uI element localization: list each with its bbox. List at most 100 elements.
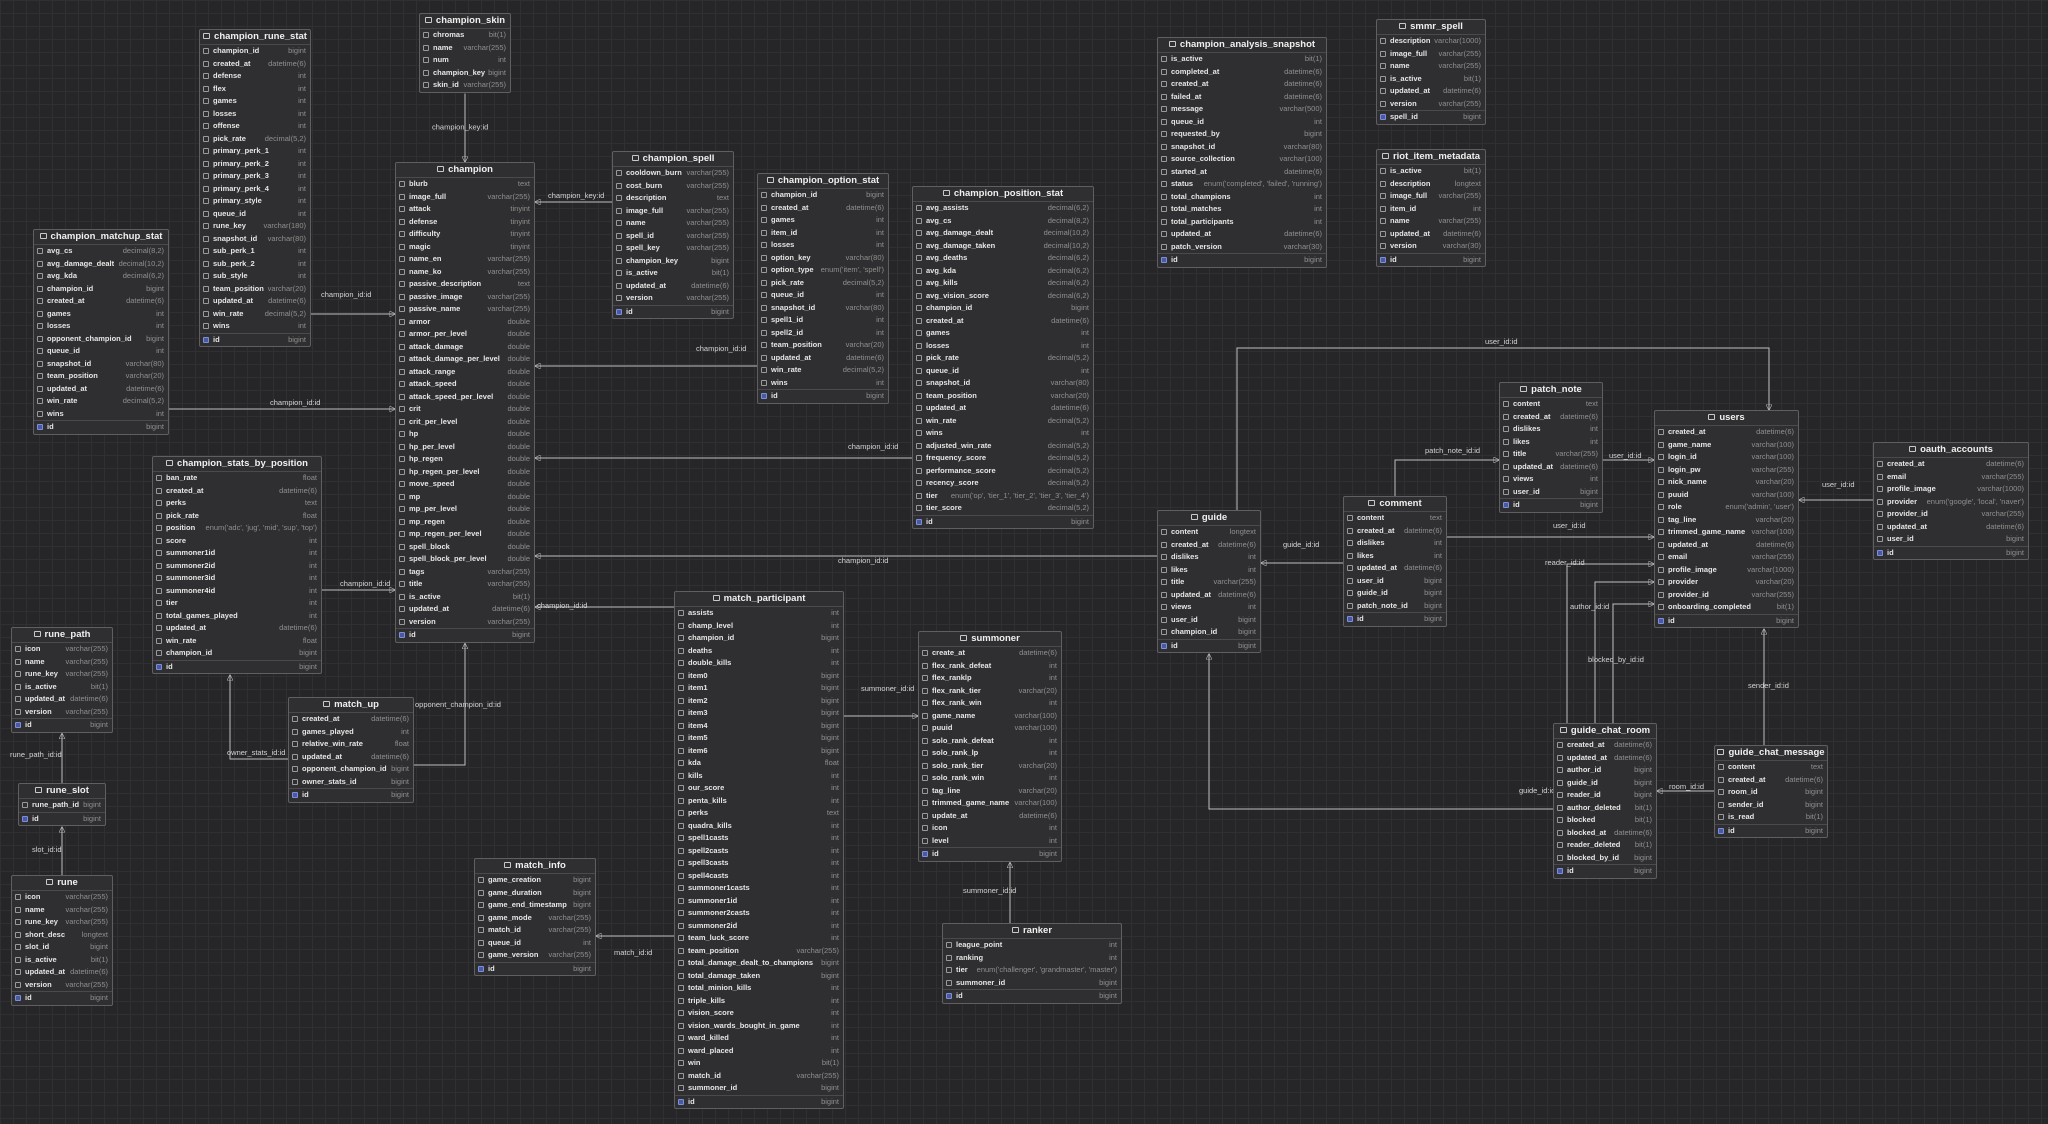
column-row[interactable]: queue_id int xyxy=(758,289,888,302)
column-row[interactable]: perks text xyxy=(675,807,843,820)
column-row[interactable]: icon varchar(255) xyxy=(12,643,112,656)
column-row[interactable]: queue_id int xyxy=(200,208,310,221)
table-header[interactable]: guide_chat_message xyxy=(1715,746,1827,761)
column-row[interactable]: message varchar(500) xyxy=(1158,103,1326,116)
column-row[interactable]: item5 bigint xyxy=(675,732,843,745)
column-row[interactable]: provider_id varchar(255) xyxy=(1874,508,2028,521)
column-row[interactable]: rune_path_id bigint xyxy=(19,799,105,812)
primary-key-row[interactable]: id bigint xyxy=(12,991,112,1005)
column-row[interactable]: requested_by bigint xyxy=(1158,128,1326,141)
column-row[interactable]: num int xyxy=(420,54,510,67)
primary-key-row[interactable]: id bigint xyxy=(1874,545,2028,560)
column-row[interactable]: spell1_id int xyxy=(758,314,888,327)
column-row[interactable]: login_id varchar(100) xyxy=(1655,451,1798,464)
column-row[interactable]: blurb text xyxy=(396,178,534,191)
column-row[interactable]: item6 bigint xyxy=(675,745,843,758)
column-row[interactable]: primary_style int xyxy=(200,195,310,208)
column-row[interactable]: item3 bigint xyxy=(675,707,843,720)
column-row[interactable]: avg_kills decimal(6,2) xyxy=(913,277,1093,290)
column-row[interactable]: created_at datetime(6) xyxy=(1655,426,1798,439)
primary-key-row[interactable]: id bigint xyxy=(1158,253,1326,267)
column-row[interactable]: win_rate decimal(5,2) xyxy=(200,308,310,321)
column-row[interactable]: vision_score int xyxy=(675,1007,843,1020)
primary-key-row[interactable]: id bigint xyxy=(153,659,321,674)
column-row[interactable]: snapshot_id varchar(80) xyxy=(913,377,1093,390)
column-row[interactable]: item_id int xyxy=(1377,203,1485,216)
table-rune[interactable]: rune icon varchar(255) name varchar(255) rune… xyxy=(11,875,113,1006)
column-row[interactable]: cooldown_burn varchar(255) xyxy=(613,167,733,180)
primary-key-row[interactable]: id bigint xyxy=(1500,498,1602,512)
column-row[interactable]: name varchar(255) xyxy=(613,217,733,230)
column-row[interactable]: champion_id bigint xyxy=(758,189,888,202)
column-row[interactable]: game_end_timestamp bigint xyxy=(475,899,595,912)
column-row[interactable]: spell_key varchar(255) xyxy=(613,242,733,255)
column-row[interactable]: queue_id int xyxy=(913,365,1093,378)
column-row[interactable]: defense tinyint xyxy=(396,216,534,229)
column-row[interactable]: total_damage_taken bigint xyxy=(675,970,843,983)
column-row[interactable]: dislikes int xyxy=(1158,551,1260,564)
column-row[interactable]: tag_line varchar(20) xyxy=(1655,514,1798,527)
column-row[interactable]: summoner1id int xyxy=(153,547,321,560)
column-row[interactable]: primary_perk_3 int xyxy=(200,170,310,183)
primary-key-row[interactable]: id bigint xyxy=(613,304,733,319)
column-row[interactable]: icon varchar(255) xyxy=(12,891,112,904)
column-row[interactable]: created_at datetime(6) xyxy=(1344,525,1446,538)
column-row[interactable]: provider_id varchar(255) xyxy=(1655,589,1798,602)
column-row[interactable]: champion_key bigint xyxy=(613,255,733,268)
column-row[interactable]: updated_at datetime(6) xyxy=(200,295,310,308)
primary-key-row[interactable]: id bigint xyxy=(1554,864,1656,878)
column-row[interactable]: crit_per_level double xyxy=(396,416,534,429)
column-row[interactable]: is_active bit(1) xyxy=(613,267,733,280)
column-row[interactable]: ward_placed int xyxy=(675,1045,843,1058)
column-row[interactable]: snapshot_id varchar(80) xyxy=(200,233,310,246)
column-row[interactable]: role enum('admin', 'user') xyxy=(1655,501,1798,514)
column-row[interactable]: likes int xyxy=(1158,564,1260,577)
column-row[interactable]: win_rate float xyxy=(153,635,321,648)
column-row[interactable]: email varchar(255) xyxy=(1655,551,1798,564)
column-row[interactable]: icon int xyxy=(919,822,1061,835)
column-row[interactable]: level int xyxy=(919,835,1061,848)
column-row[interactable]: sub_style int xyxy=(200,270,310,283)
primary-key-row[interactable]: id bigint xyxy=(1158,638,1260,653)
column-row[interactable]: offense int xyxy=(200,120,310,133)
column-row[interactable]: reader_id bigint xyxy=(1554,789,1656,802)
column-row[interactable]: image_full varchar(255) xyxy=(613,205,733,218)
table-guide-chat-room[interactable]: guide_chat_room created_at datetime(6) upda… xyxy=(1553,723,1657,879)
table-header[interactable]: rune_path xyxy=(12,628,112,643)
column-row[interactable]: update_at datetime(6) xyxy=(919,810,1061,823)
table-match-info[interactable]: match_info game_creation bigint game_durati… xyxy=(474,858,596,976)
column-row[interactable]: primary_perk_1 int xyxy=(200,145,310,158)
column-row[interactable]: wins int xyxy=(34,408,168,421)
column-row[interactable]: avg_kda decimal(6,2) xyxy=(34,270,168,283)
column-row[interactable]: name varchar(255) xyxy=(1377,60,1485,73)
column-row[interactable]: onboarding_completed bit(1) xyxy=(1655,601,1798,614)
column-row[interactable]: content text xyxy=(1344,512,1446,525)
table-header[interactable]: match_up xyxy=(289,698,413,713)
column-row[interactable]: summoner2casts int xyxy=(675,907,843,920)
column-row[interactable]: triple_kills int xyxy=(675,995,843,1008)
column-row[interactable]: performance_score decimal(5,2) xyxy=(913,465,1093,478)
table-champion-option-stat[interactable]: champion_option_stat champion_id bigint cre… xyxy=(757,173,889,404)
column-row[interactable]: updated_at datetime(6) xyxy=(396,603,534,616)
column-row[interactable]: spell2casts int xyxy=(675,845,843,858)
column-row[interactable]: magic tinyint xyxy=(396,241,534,254)
column-row[interactable]: flex_rank_win int xyxy=(919,697,1061,710)
table-champion-stats-by-position[interactable]: champion_stats_by_position ban_rate float c… xyxy=(152,456,322,674)
column-row[interactable]: updated_at datetime(6) xyxy=(289,751,413,764)
table-match-participant[interactable]: match_participant assists int champ_level in… xyxy=(674,591,844,1109)
column-row[interactable]: email varchar(255) xyxy=(1874,471,2028,484)
column-row[interactable]: total_champions int xyxy=(1158,191,1326,204)
table-champion-position-stat[interactable]: champion_position_stat avg_assists decimal… xyxy=(912,186,1094,529)
column-row[interactable]: team_position varchar(20) xyxy=(34,370,168,383)
column-row[interactable]: solo_rank_lp int xyxy=(919,747,1061,760)
column-row[interactable]: attack_speed_per_level double xyxy=(396,391,534,404)
table-header[interactable]: riot_item_metadata xyxy=(1377,150,1485,165)
column-row[interactable]: games int xyxy=(200,95,310,108)
column-row[interactable]: relative_win_rate float xyxy=(289,738,413,751)
column-row[interactable]: is_read bit(1) xyxy=(1715,811,1827,824)
column-row[interactable]: quadra_kills int xyxy=(675,820,843,833)
table-header[interactable]: champion_skin xyxy=(420,14,510,29)
column-row[interactable]: summoner4id int xyxy=(153,585,321,598)
column-row[interactable]: armor_per_level double xyxy=(396,328,534,341)
table-summoner[interactable]: summoner create_at datetime(6) flex_rank_de… xyxy=(918,631,1062,862)
